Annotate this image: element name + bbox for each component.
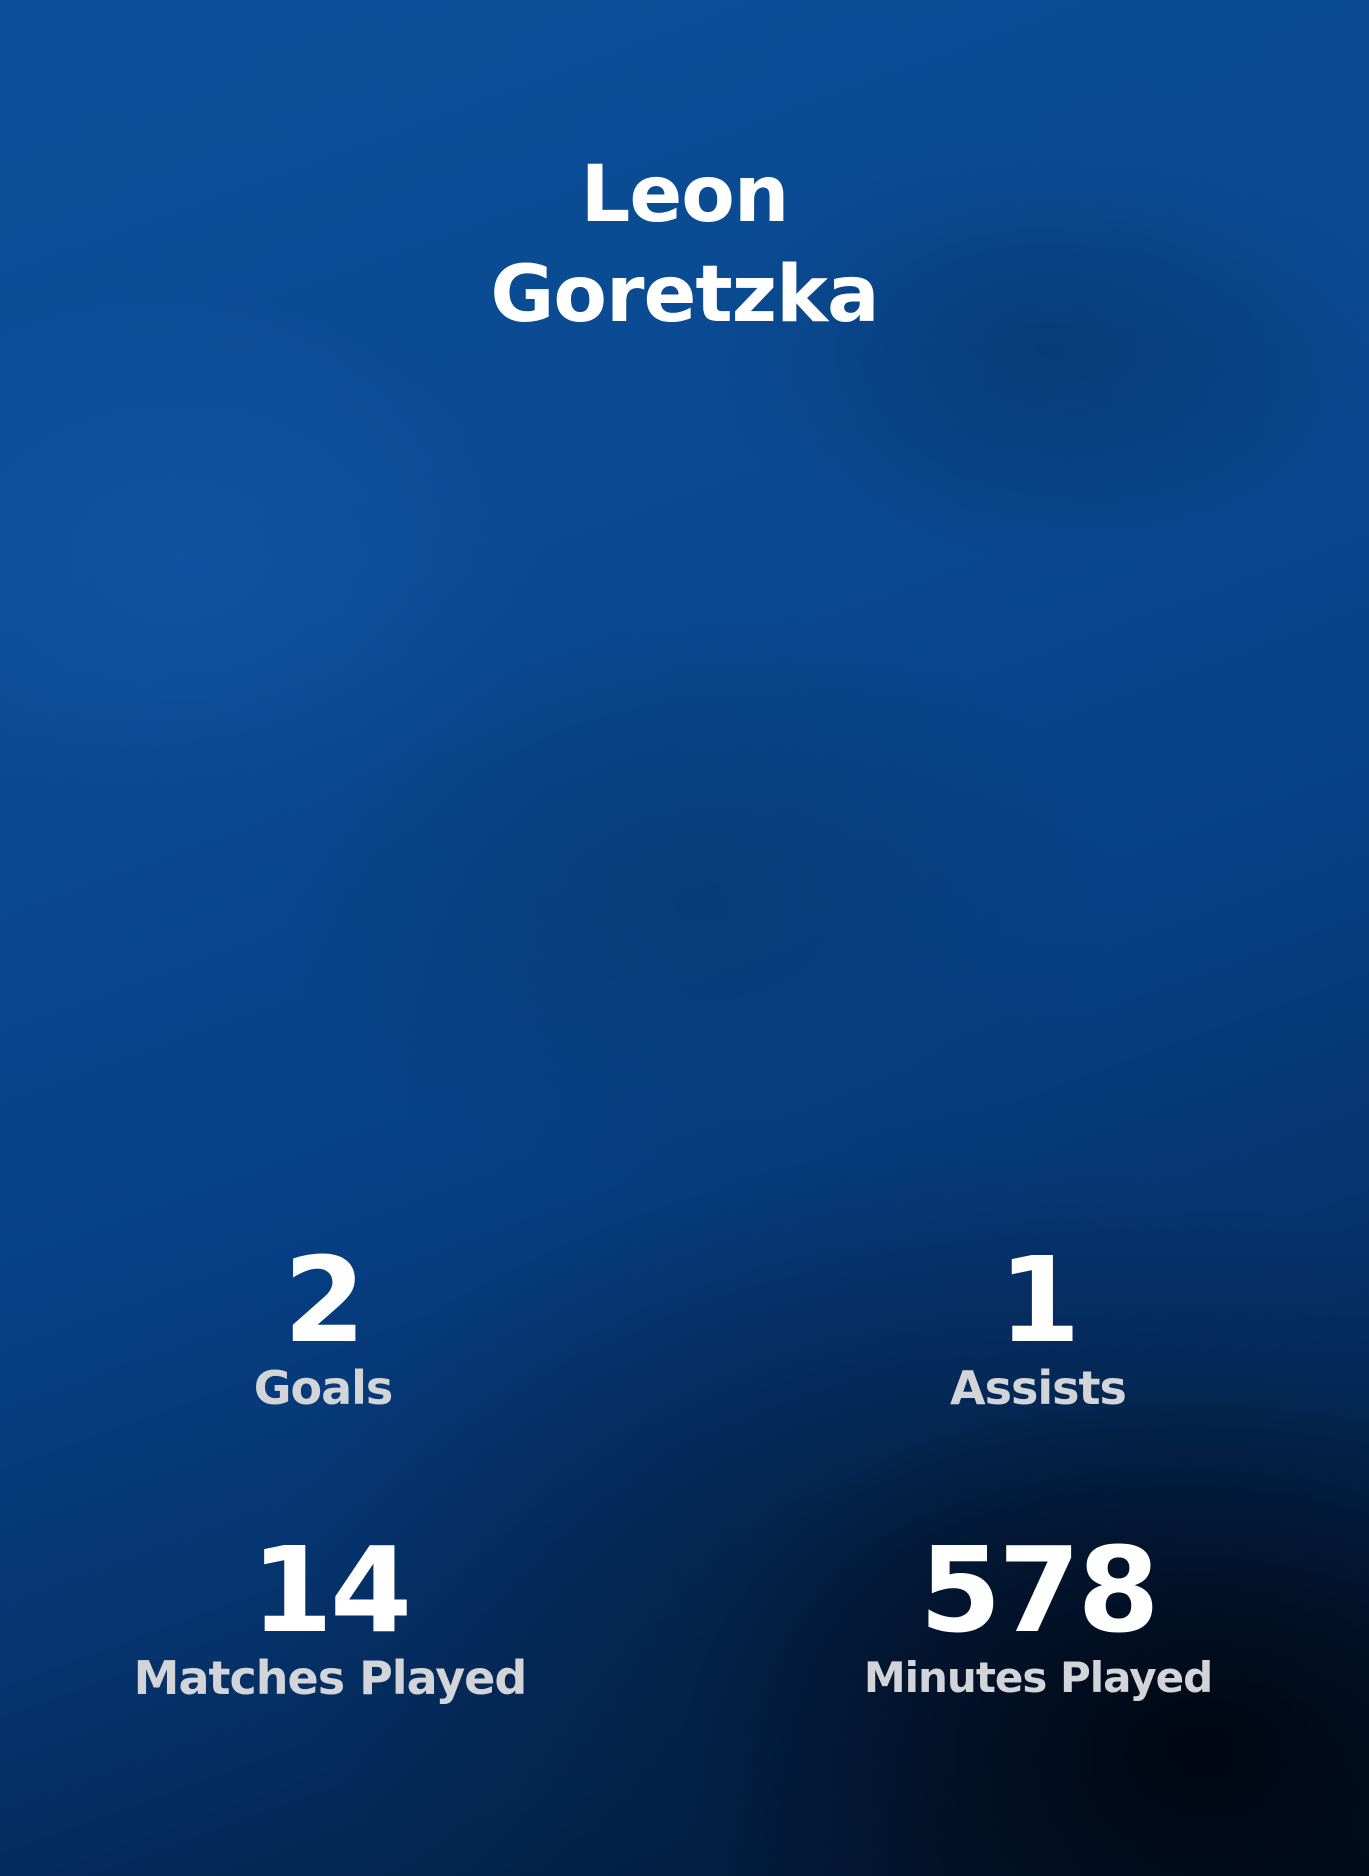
player-last-name: Goretzka (490, 250, 879, 340)
goals-label: Goals (253, 1361, 394, 1415)
minutes-played-label: Minutes Played (863, 1653, 1213, 1702)
matches-played-label: Matches Played (133, 1651, 528, 1705)
player-first-name: Leon (580, 150, 790, 240)
assists-value: 1 (998, 1231, 1080, 1369)
assists-label: Assists (950, 1361, 1127, 1415)
stat-goals: 2 Goals (43, 1240, 603, 1416)
stat-assists: 1 Assists (758, 1240, 1318, 1416)
minutes-played-value: 578 (919, 1521, 1159, 1659)
matches-played-value: 14 (250, 1521, 412, 1659)
goals-value: 2 (283, 1231, 365, 1369)
stat-matches-played: 14 Matches Played (50, 1530, 610, 1706)
player-name: Leon Goretzka (0, 145, 1369, 345)
stat-minutes-played: 578 Minutes Played (758, 1530, 1318, 1706)
